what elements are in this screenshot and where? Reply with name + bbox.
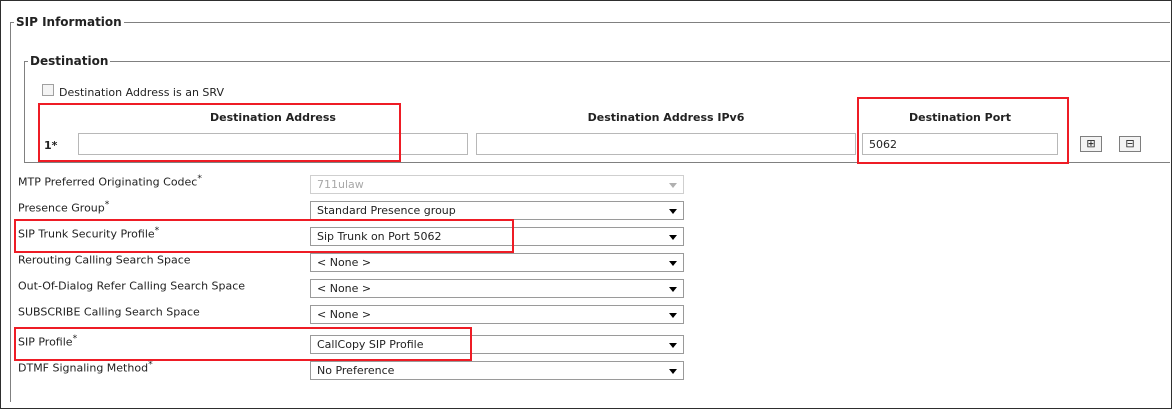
chevron-down-icon: [669, 287, 677, 292]
required-marker: *: [197, 173, 202, 184]
chevron-down-icon: [669, 313, 677, 318]
sip-information-border-top: [10, 22, 1170, 23]
destination-border-top: [24, 61, 1170, 62]
chevron-down-icon: [669, 261, 677, 266]
highlight-sip-trunk-security-profile: [14, 219, 514, 253]
presence-group-select[interactable]: Standard Presence group: [310, 201, 684, 220]
mtp-codec-select[interactable]: 711ulaw: [310, 175, 684, 194]
add-row-button[interactable]: ⊞: [1080, 136, 1102, 152]
subscribe-css-select[interactable]: < None >: [310, 305, 684, 324]
highlight-destination-port: [857, 97, 1069, 164]
chevron-down-icon: [669, 235, 677, 240]
destination-title: Destination: [28, 54, 111, 68]
highlight-destination-address: [38, 103, 401, 162]
out-of-dialog-refer-css-select[interactable]: < None >: [310, 279, 684, 298]
highlight-sip-profile: [14, 327, 472, 361]
srv-checkbox-label: Destination Address is an SRV: [59, 86, 224, 99]
presence-group-label: Presence Group*: [18, 199, 110, 215]
subscribe-css-label: SUBSCRIBE Calling Search Space: [18, 305, 200, 319]
chevron-down-icon: [669, 209, 677, 214]
dtmf-signaling-method-select[interactable]: No Preference: [310, 361, 684, 380]
required-marker: *: [104, 199, 110, 210]
chevron-down-icon: [669, 369, 677, 374]
rerouting-css-select[interactable]: < None >: [310, 253, 684, 272]
remove-row-button[interactable]: ⊟: [1119, 136, 1141, 152]
destination-border-left: [24, 61, 25, 163]
out-of-dialog-refer-css-label: Out-Of-Dialog Refer Calling Search Space: [18, 279, 246, 293]
rerouting-css-label: Rerouting Calling Search Space: [18, 253, 191, 267]
sip-information-border-left: [10, 22, 11, 402]
destination-address-ipv6-input[interactable]: [476, 133, 856, 155]
chevron-down-icon: [669, 183, 677, 188]
dtmf-signaling-method-label: DTMF Signaling Method*: [18, 359, 153, 375]
destination-address-ipv6-header: Destination Address IPv6: [587, 111, 745, 124]
sip-information-title: SIP Information: [14, 15, 124, 29]
chevron-down-icon: [669, 343, 677, 348]
mtp-codec-label: MTP Preferred Originating Codec*: [18, 173, 202, 189]
srv-checkbox[interactable]: [42, 84, 54, 96]
